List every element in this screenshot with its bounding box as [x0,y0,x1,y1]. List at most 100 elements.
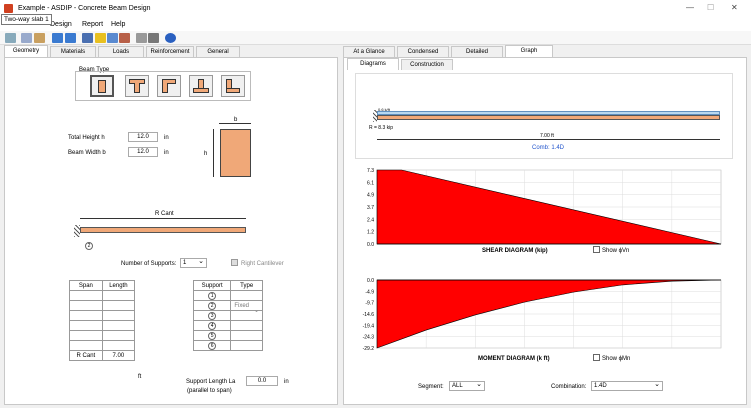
y-tick-label: 4.9 [367,193,374,199]
l-web-icon [162,83,168,93]
span-header: Span [69,280,103,291]
tab-diagrams[interactable]: Diagrams [347,58,399,70]
support-type[interactable] [230,340,263,351]
help-icon[interactable] [165,33,176,43]
support-table: Support Type 1 2 Fixed 3 4 5 6 [192,280,263,351]
copy-icon[interactable] [21,33,32,43]
segment-select[interactable]: ALL [449,380,485,391]
beam-bar [377,115,720,120]
y-tick-label: 0.0 [367,242,374,248]
section-b-label: b [234,117,238,123]
beam-width-unit: in [164,150,169,156]
span-cell[interactable] [69,300,103,311]
span-cell[interactable] [69,310,103,321]
tab-reinforcement[interactable]: Reinforcement [146,46,194,57]
tab-condensed[interactable]: Condensed [397,46,449,57]
span-cell[interactable] [69,340,103,351]
y-tick-label: 2.4 [367,217,374,223]
support-number: 3 [208,311,217,320]
support-number: 6 [208,341,217,350]
total-height-input[interactable]: 12.0 [128,132,158,142]
span-cell[interactable] [69,290,103,301]
title-bar: Example - ASDIP - Concrete Beam Design —… [0,0,751,18]
support-number: 2 [208,301,217,310]
tab-graph[interactable]: Graph [505,45,553,57]
type-header: Type [230,280,263,291]
total-height-unit: in [164,135,169,141]
show-phimn-label: Show ϕMn [602,356,631,362]
y-tick-label: -9.7 [365,301,374,307]
inv-tee-flange-icon [193,88,209,93]
length-cell[interactable] [101,330,136,341]
chevron-down-icon: ⌄ [254,308,260,314]
shear-chart: 7.3 6.1 4.9 3.7 2.4 1.2 0.0 [367,168,722,248]
length-cell[interactable] [101,300,136,311]
warning-icon[interactable] [95,33,106,43]
support-number: 1 [208,291,217,300]
y-tick-label: -14.6 [363,312,375,318]
span-cell[interactable] [69,330,103,341]
support-length-input[interactable]: 0.0 [246,376,278,386]
menu-design[interactable]: Design [50,21,72,29]
tooltip: Two-way slab 1 [1,14,52,25]
beam-elevation [80,227,246,233]
length-cell[interactable] [101,340,136,351]
menu-report[interactable]: Report [82,21,103,29]
calc-icon[interactable] [82,33,93,43]
r-cant-length[interactable]: 7.00 [101,350,136,361]
beam-type-l-button[interactable] [157,75,181,97]
support-type[interactable] [230,290,263,301]
fixed-support-icon [74,225,80,237]
section-h-label: h [204,151,208,157]
span-cell[interactable] [69,320,103,331]
y-tick-label: 0.0 [367,278,374,284]
right-cantilever-checkbox[interactable] [231,259,238,266]
tab-geometry[interactable]: Geometry [4,45,48,57]
support-type[interactable] [230,320,263,331]
combination-select[interactable]: 1.4D [591,380,663,391]
print-icon[interactable] [148,33,159,43]
moment-chart: 0.0 -4.9 -9.7 -14.6 -19.4 -24.3 -29.2 [363,278,722,352]
redo-icon[interactable] [65,33,76,43]
tee-web-icon [134,83,140,93]
tab-loads[interactable]: Loads [98,46,144,57]
length-cell[interactable] [101,310,136,321]
show-phimn-checkbox[interactable] [593,354,600,361]
beam-type-inverted-l-button[interactable] [221,75,245,97]
close-button[interactable]: ✕ [731,3,738,12]
length-cell[interactable] [101,320,136,331]
preview-icon[interactable] [136,33,147,43]
tab-general[interactable]: General [196,46,240,57]
settings-icon[interactable] [119,33,130,43]
segment-label: Segment: [418,384,444,390]
combination-caption: Comb: 1.4D [532,145,565,151]
length-cell[interactable] [101,290,136,301]
tab-materials[interactable]: Materials [50,46,96,57]
support-type-value: Fixed [234,302,249,309]
cant-dim-line [80,218,246,219]
menu-help[interactable]: Help [111,21,125,29]
show-phivn-checkbox[interactable] [593,246,600,253]
report-icon[interactable] [107,33,118,43]
support-length-label: Support Length La [186,379,236,385]
new-icon[interactable] [5,33,16,43]
y-tick-label: -24.3 [363,335,375,341]
y-tick-label: 7.3 [367,168,374,174]
minimize-button[interactable]: — [686,3,694,12]
beam-type-inverted-tee-button[interactable] [189,75,213,97]
undo-icon[interactable] [52,33,63,43]
support-type[interactable] [230,330,263,341]
menu-bar: Design Report Help [0,18,751,31]
tab-detailed[interactable]: Detailed [451,46,503,57]
num-supports-select[interactable]: 1 [180,257,207,268]
tab-at-a-glance[interactable]: At a Glance [343,46,395,57]
support-header: Support [192,280,232,291]
beam-type-tee-button[interactable] [125,75,149,97]
y-tick-label: -19.4 [363,323,375,329]
maximize-button[interactable]: ☐ [707,3,714,12]
num-supports-label: Number of Supports: [121,261,177,267]
beam-type-rect-button[interactable] [90,75,114,97]
tab-construction[interactable]: Construction [401,59,453,70]
paste-icon[interactable] [34,33,45,43]
beam-width-input[interactable]: 12.0 [128,147,158,157]
